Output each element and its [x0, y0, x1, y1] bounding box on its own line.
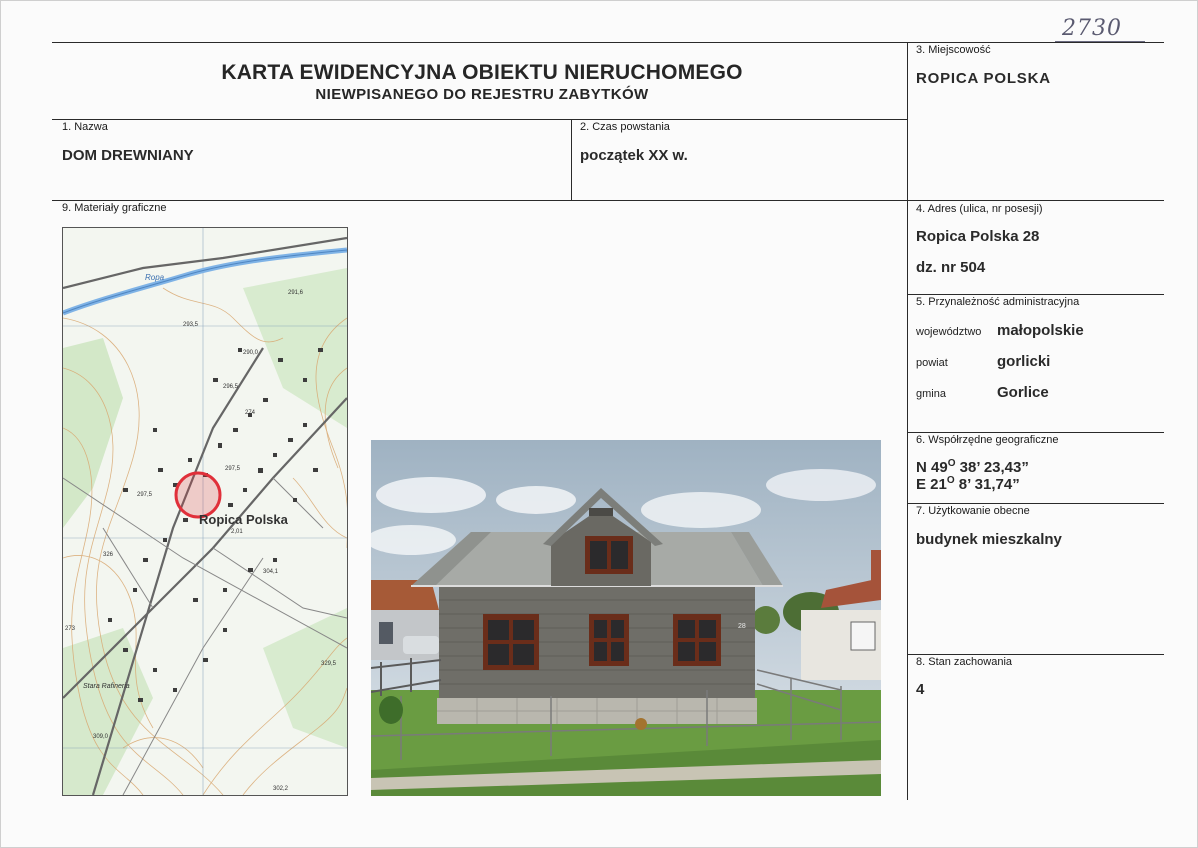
usage-bottom-rule	[907, 654, 1164, 655]
coords-bottom-rule	[907, 503, 1164, 504]
name-value: DOM DREWNIANY	[62, 147, 194, 164]
map-elevation-8: 2,01	[231, 529, 243, 535]
graphic-materials-label: 9. Materiały graficzne	[62, 202, 167, 214]
usage-label: 7. Użytkowanie obecne	[916, 505, 1030, 517]
map-elevation-3: 290,0	[243, 350, 259, 356]
admin-key-county: powiat	[916, 357, 948, 369]
header-bottom-rule	[52, 119, 907, 120]
map-elevation-4: 296,5	[223, 384, 239, 390]
archive-number: 2730	[1062, 16, 1122, 41]
map-elevation-5: 274	[245, 410, 256, 416]
map-locality-label: Stara Rafineria	[83, 683, 130, 690]
admin-value-commune: Gorlice	[997, 384, 1049, 401]
map-elevation-12: 302,2	[273, 786, 289, 792]
topographic-map: Ropica Polska Ropa Stara Rafineria 291,6…	[62, 227, 348, 796]
address-line1: Ropica Polska 28	[916, 228, 1040, 245]
row1-bottom-rule	[52, 200, 1164, 201]
address-bottom-rule	[907, 294, 1164, 295]
admin-key-voivodeship: województwo	[916, 326, 982, 338]
name-label: 1. Nazwa	[62, 121, 108, 133]
coordinate-east: E 21O 8’ 31,74”	[916, 475, 1020, 493]
coordinate-east-rest: 8’ 31,74”	[954, 476, 1020, 493]
photo-graphic: 28	[371, 440, 881, 796]
map-elevation-11: 309,0	[93, 734, 109, 740]
top-rule	[52, 42, 1164, 43]
map-elevation-1: 291,6	[288, 290, 304, 296]
map-elevation-2: 293,5	[183, 322, 199, 328]
condition-label: 8. Stan zachowania	[916, 656, 1013, 668]
admin-value-county: gorlicki	[997, 353, 1051, 370]
coordinate-east-degree-sign: O	[946, 475, 955, 486]
right-column-divider	[907, 42, 908, 800]
coordinate-north: N 49O 38’ 23,43”	[916, 458, 1029, 476]
map-elevation-7: 297,5	[137, 492, 153, 498]
map-elevation-9: 304,1	[263, 569, 279, 575]
construction-date-value: początek XX w.	[580, 147, 688, 164]
name-date-divider	[571, 119, 572, 200]
map-elevation-6: 297,5	[225, 466, 241, 472]
house-photo: 28	[371, 440, 881, 796]
construction-date-label: 2. Czas powstania	[580, 121, 670, 133]
document-subtitle: NIEWPISANEGO DO REJESTRU ZABYTKÓW	[315, 86, 649, 103]
locality-value: ROPICA POLSKA	[916, 70, 1051, 87]
map-elevation-13: 273	[65, 626, 76, 632]
admin-value-voivodeship: małopolskie	[997, 322, 1084, 339]
admin-label: 5. Przynależność administracyjna	[916, 296, 1080, 308]
address-line2: dz. nr 504	[916, 259, 986, 276]
map-elevation-14: 326	[103, 552, 114, 558]
photo-house-number: 28	[738, 623, 746, 630]
coordinate-north-deg: N 49	[916, 459, 948, 476]
admin-bottom-rule	[907, 432, 1164, 433]
locality-label: 3. Miejscowość	[916, 44, 991, 56]
coordinate-north-rest: 38’ 23,43”	[955, 459, 1029, 476]
map-river-label: Ropa	[145, 273, 165, 282]
coordinates-label: 6. Współrzędne geograficzne	[916, 434, 1059, 446]
map-place-label: Ropica Polska	[199, 512, 289, 527]
address-label: 4. Adres (ulica, nr posesji)	[916, 203, 1043, 215]
map-elevation-10: 329,5	[321, 661, 337, 667]
map-graphic: Ropica Polska Ropa Stara Rafineria 291,6…	[63, 228, 347, 795]
document-title: KARTA EWIDENCYJNA OBIEKTU NIERUCHOMEGO	[221, 61, 743, 84]
admin-key-commune: gmina	[916, 388, 946, 400]
condition-value: 4	[916, 681, 925, 698]
usage-value: budynek mieszkalny	[916, 531, 1062, 548]
coordinate-east-deg: E 21	[916, 476, 947, 493]
